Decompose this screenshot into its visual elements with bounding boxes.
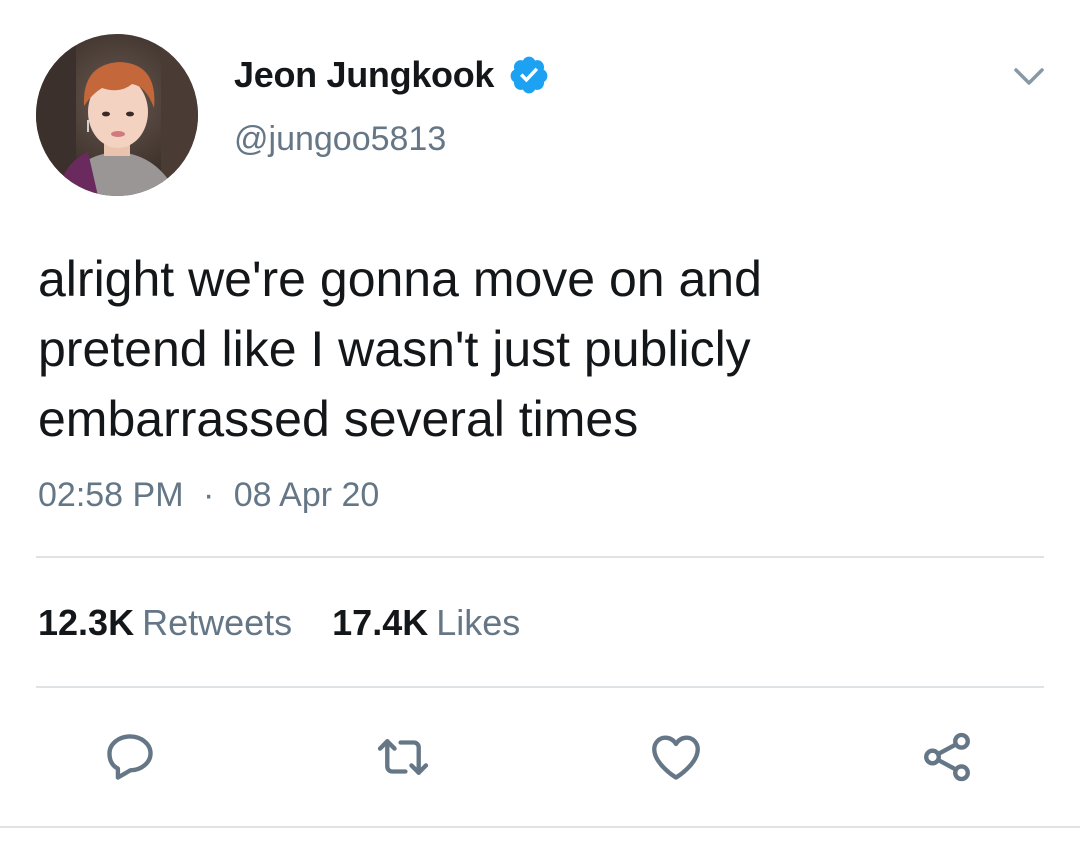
divider	[36, 556, 1044, 558]
share-button[interactable]	[916, 726, 978, 788]
avatar-image	[36, 34, 198, 196]
divider	[36, 686, 1044, 688]
retweets-stat[interactable]: 12.3K Retweets	[38, 602, 292, 644]
likes-count: 17.4K	[332, 602, 429, 643]
like-button[interactable]	[645, 726, 707, 788]
tweet-timestamp[interactable]: 02:58 PM · 08 Apr 20	[38, 476, 379, 515]
retweets-label: Retweets	[142, 602, 293, 643]
tweet-stats: 12.3K Retweets 17.4K Likes	[38, 602, 520, 644]
retweets-count: 12.3K	[38, 602, 135, 643]
tweet-text: alright we're gonna move on and pretend …	[38, 251, 762, 447]
divider	[0, 826, 1080, 828]
avatar[interactable]	[36, 34, 198, 196]
display-name[interactable]: Jeon Jungkook	[234, 54, 494, 96]
retweet-button[interactable]	[372, 726, 434, 788]
tweet-date: 08 Apr 20	[233, 476, 380, 514]
reply-icon	[107, 734, 153, 780]
likes-label: Likes	[436, 602, 521, 643]
likes-stat[interactable]: 17.4K Likes	[332, 602, 520, 644]
chevron-down-icon[interactable]	[1008, 60, 1050, 94]
timestamp-separator: ·	[202, 476, 215, 514]
tweet-time: 02:58 PM	[38, 476, 184, 514]
reply-button[interactable]	[99, 726, 161, 788]
like-icon	[652, 735, 700, 780]
user-handle[interactable]: @jungoo5813	[234, 120, 446, 159]
verified-badge-icon	[510, 56, 548, 94]
tweet-card: Jeon Jungkook @jungoo5813 alright we're …	[0, 0, 1080, 847]
share-icon	[924, 732, 970, 782]
retweet-icon	[377, 739, 429, 775]
display-name-row: Jeon Jungkook	[234, 54, 550, 96]
